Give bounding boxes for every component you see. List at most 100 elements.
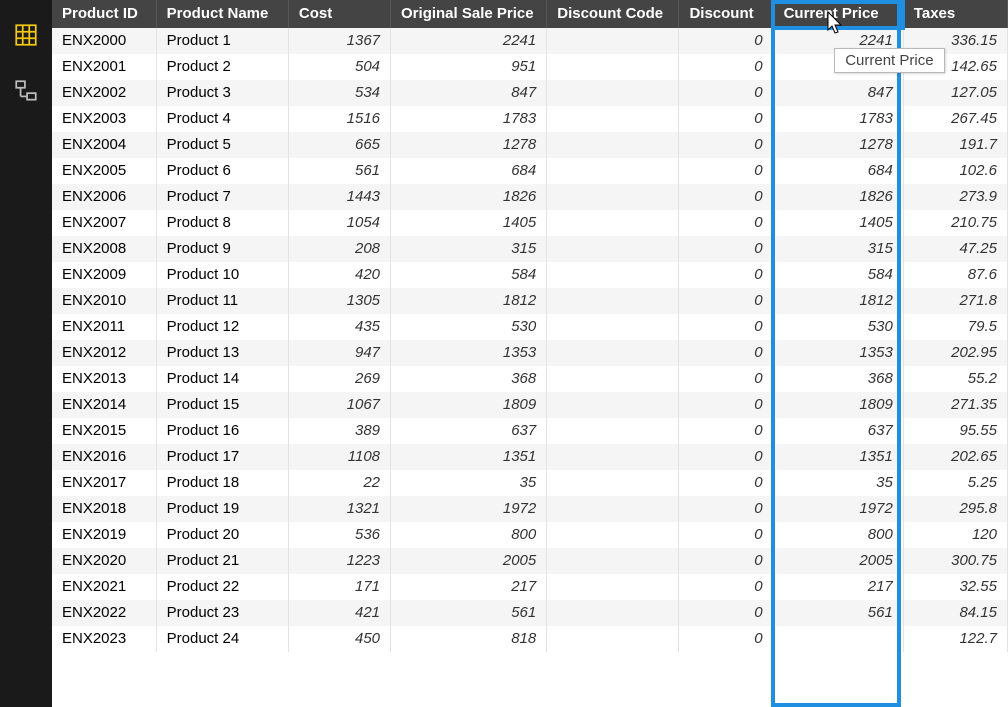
cell-cp[interactable]: 1809 [773, 392, 903, 418]
table-row[interactable]: ENX2016Product 171108135101351202.65 [52, 444, 1008, 470]
cell-disc[interactable]: 0 [679, 626, 773, 652]
cell-osp[interactable]: 1809 [391, 392, 547, 418]
cell-dc[interactable] [547, 470, 679, 496]
table-row[interactable]: ENX2019Product 205368000800120 [52, 522, 1008, 548]
cell-dc[interactable] [547, 262, 679, 288]
cell-cost[interactable]: 208 [288, 236, 390, 262]
table-row[interactable]: ENX2014Product 151067180901809271.35 [52, 392, 1008, 418]
cell-cp[interactable]: 684 [773, 158, 903, 184]
cell-osp[interactable]: 1351 [391, 444, 547, 470]
cell-pname[interactable]: Product 6 [156, 158, 288, 184]
table-row[interactable]: ENX2002Product 35348470847127.05 [52, 80, 1008, 106]
cell-cost[interactable]: 1054 [288, 210, 390, 236]
table-row[interactable]: ENX2020Product 211223200502005300.75 [52, 548, 1008, 574]
cell-disc[interactable]: 0 [679, 574, 773, 600]
cell-cp[interactable]: 1278 [773, 132, 903, 158]
table-row[interactable]: ENX2007Product 81054140501405210.75 [52, 210, 1008, 236]
cell-disc[interactable]: 0 [679, 28, 773, 54]
cell-pname[interactable]: Product 10 [156, 262, 288, 288]
cell-osp[interactable]: 530 [391, 314, 547, 340]
cell-osp[interactable]: 584 [391, 262, 547, 288]
table-row[interactable]: ENX2023Product 244508180122.7 [52, 626, 1008, 652]
cell-pid[interactable]: ENX2006 [52, 184, 156, 210]
cell-disc[interactable]: 0 [679, 548, 773, 574]
cell-tax[interactable]: 300.75 [903, 548, 1007, 574]
cell-cost[interactable]: 947 [288, 340, 390, 366]
cell-tax[interactable]: 210.75 [903, 210, 1007, 236]
cell-dc[interactable] [547, 210, 679, 236]
cell-tax[interactable]: 271.35 [903, 392, 1007, 418]
cell-dc[interactable] [547, 236, 679, 262]
cell-dc[interactable] [547, 496, 679, 522]
cell-cost[interactable]: 665 [288, 132, 390, 158]
cell-osp[interactable]: 315 [391, 236, 547, 262]
cell-dc[interactable] [547, 626, 679, 652]
cell-osp[interactable]: 368 [391, 366, 547, 392]
table-row[interactable]: ENX2008Product 9208315031547.25 [52, 236, 1008, 262]
cell-disc[interactable]: 0 [679, 210, 773, 236]
cell-osp[interactable]: 2241 [391, 28, 547, 54]
cell-cost[interactable]: 1305 [288, 288, 390, 314]
table-row[interactable]: ENX2004Product 5665127801278191.7 [52, 132, 1008, 158]
column-header-pid[interactable]: Product ID [52, 0, 156, 28]
cell-pid[interactable]: ENX2008 [52, 236, 156, 262]
cell-disc[interactable]: 0 [679, 340, 773, 366]
column-header-dc[interactable]: Discount Code [547, 0, 679, 28]
cell-pname[interactable]: Product 22 [156, 574, 288, 600]
cell-osp[interactable]: 1812 [391, 288, 547, 314]
cell-osp[interactable]: 35 [391, 470, 547, 496]
cell-cp[interactable]: 637 [773, 418, 903, 444]
cell-cp[interactable]: 368 [773, 366, 903, 392]
table-row[interactable]: ENX2009Product 10420584058487.6 [52, 262, 1008, 288]
cell-pid[interactable]: ENX2003 [52, 106, 156, 132]
cell-pid[interactable]: ENX2011 [52, 314, 156, 340]
cell-pid[interactable]: ENX2000 [52, 28, 156, 54]
cell-disc[interactable]: 0 [679, 184, 773, 210]
table-row[interactable]: ENX2015Product 16389637063795.55 [52, 418, 1008, 444]
cell-tax[interactable]: 84.15 [903, 600, 1007, 626]
cell-cost[interactable]: 1108 [288, 444, 390, 470]
cell-dc[interactable] [547, 54, 679, 80]
cell-osp[interactable]: 800 [391, 522, 547, 548]
cell-dc[interactable] [547, 80, 679, 106]
cell-osp[interactable]: 217 [391, 574, 547, 600]
cell-dc[interactable] [547, 340, 679, 366]
table-row[interactable]: ENX2018Product 191321197201972295.8 [52, 496, 1008, 522]
cell-tax[interactable]: 202.95 [903, 340, 1007, 366]
cell-cost[interactable]: 1321 [288, 496, 390, 522]
cell-dc[interactable] [547, 314, 679, 340]
cell-cp[interactable]: 1351 [773, 444, 903, 470]
cell-pid[interactable]: ENX2010 [52, 288, 156, 314]
cell-pname[interactable]: Product 9 [156, 236, 288, 262]
cell-pname[interactable]: Product 2 [156, 54, 288, 80]
data-view-button[interactable] [9, 18, 43, 52]
cell-osp[interactable]: 818 [391, 626, 547, 652]
cell-cost[interactable]: 389 [288, 418, 390, 444]
cell-tax[interactable]: 122.7 [903, 626, 1007, 652]
cell-dc[interactable] [547, 158, 679, 184]
cell-dc[interactable] [547, 574, 679, 600]
cell-pname[interactable]: Product 24 [156, 626, 288, 652]
cell-cost[interactable]: 536 [288, 522, 390, 548]
cell-disc[interactable]: 0 [679, 522, 773, 548]
column-header-tax[interactable]: Taxes [903, 0, 1007, 28]
cell-pid[interactable]: ENX2004 [52, 132, 156, 158]
cell-cost[interactable]: 504 [288, 54, 390, 80]
cell-pname[interactable]: Product 8 [156, 210, 288, 236]
table-row[interactable]: ENX2013Product 14269368036855.2 [52, 366, 1008, 392]
cell-tax[interactable]: 79.5 [903, 314, 1007, 340]
cell-pname[interactable]: Product 23 [156, 600, 288, 626]
cell-pid[interactable]: ENX2016 [52, 444, 156, 470]
cell-cost[interactable]: 1067 [288, 392, 390, 418]
cell-pname[interactable]: Product 18 [156, 470, 288, 496]
cell-disc[interactable]: 0 [679, 444, 773, 470]
cell-cp[interactable]: 1826 [773, 184, 903, 210]
cell-pid[interactable]: ENX2014 [52, 392, 156, 418]
cell-pname[interactable]: Product 19 [156, 496, 288, 522]
cell-cost[interactable]: 534 [288, 80, 390, 106]
column-header-cp[interactable]: Current Price [773, 0, 903, 28]
cell-pname[interactable]: Product 21 [156, 548, 288, 574]
cell-disc[interactable]: 0 [679, 132, 773, 158]
cell-disc[interactable]: 0 [679, 418, 773, 444]
cell-pname[interactable]: Product 15 [156, 392, 288, 418]
